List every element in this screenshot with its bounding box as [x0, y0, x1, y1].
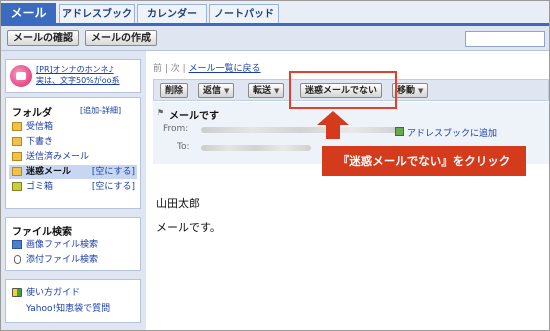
chevron-down-icon: ▼ — [224, 87, 230, 95]
tab-mail[interactable]: メール — [1, 3, 56, 23]
delete-button[interactable]: 削除 — [160, 83, 189, 98]
empty-trash-link[interactable]: [空にする] — [92, 180, 135, 194]
help-label: Yahoo!知恵袋で質問 — [26, 304, 111, 314]
folders-box: フォルダ [追加-詳細] 受信箱 下書き 送信済みメール 迷惑メール [空にする… — [5, 97, 141, 209]
folder-label: 送信済みメール — [26, 152, 90, 162]
from-label: From: — [163, 124, 189, 134]
message-nav: 前 | 次 | メール一覧に戻る — [153, 61, 261, 74]
promo-line-1: [PR]オンナのホンネ♪ — [36, 65, 114, 74]
folders-title: フォルダ — [12, 108, 52, 119]
help-box: 使い方ガイド Yahoo!知恵袋で質問 — [5, 279, 141, 323]
inbox-folder-icon — [12, 122, 22, 131]
sent-folder-icon — [12, 152, 22, 161]
chevron-down-icon: ▼ — [274, 87, 280, 95]
trash-icon — [12, 182, 22, 191]
empty-spam-link[interactable]: [空にする] — [92, 165, 135, 179]
tab-bar: メール アドレスブック カレンダー ノートパッド — [1, 1, 549, 26]
promo-mail-icon — [10, 65, 32, 87]
chiebukuro-link[interactable]: Yahoo!知恵袋で質問 — [9, 302, 137, 316]
image-icon — [12, 240, 22, 249]
folder-label: ゴミ箱 — [26, 182, 54, 192]
folder-drafts[interactable]: 下書き — [9, 135, 137, 149]
paperclip-icon — [14, 255, 21, 264]
help-label: 使い方ガイド — [26, 288, 81, 298]
webmail-window: メール アドレスブック カレンダー ノートパッド メールの確認 メールの作成 [… — [0, 0, 550, 331]
folder-label: 迷惑メール — [26, 167, 72, 177]
sidebar: [PR]オンナのホンネ♪ 実は、文字50%がoo系 フォルダ [追加-詳細] 受… — [1, 51, 146, 330]
flag-icon[interactable]: ⚑ — [157, 108, 164, 117]
body-line-message: メールです。 — [156, 221, 221, 234]
add-to-addressbook-link[interactable]: アドレスブックに追加 — [395, 126, 498, 139]
compose-mail-button[interactable]: メールの作成 — [85, 30, 157, 46]
forward-button[interactable]: 転送 ▼ — [248, 83, 285, 98]
from-address-redacted — [201, 127, 401, 133]
folder-label: 下書き — [26, 137, 54, 147]
image-file-search-link[interactable]: 画像ファイル検索 — [9, 238, 137, 252]
instruction-callout: 『迷惑メールでない』をクリック — [322, 146, 526, 176]
promo-link[interactable]: [PR]オンナのホンネ♪ 実は、文字50%がoo系 — [36, 64, 120, 86]
not-spam-highlight-box — [289, 71, 397, 109]
promo-box[interactable]: [PR]オンナのホンネ♪ 実は、文字50%がoo系 — [5, 59, 141, 93]
delete-label: 削除 — [165, 86, 184, 96]
to-label: To: — [177, 142, 190, 152]
folders-add-detail-link[interactable]: [追加-詳細] — [80, 105, 121, 116]
drafts-folder-icon — [12, 137, 22, 146]
file-search-title: ファイル検索 — [12, 227, 72, 238]
add-to-addressbook-label: アドレスブックに追加 — [407, 129, 498, 139]
move-button[interactable]: 移動 ▼ — [392, 83, 429, 98]
reply-label: 返信 — [203, 86, 222, 96]
tab-notepad[interactable]: ノートパッド — [209, 4, 279, 23]
top-toolbar: メールの確認 メールの作成 — [1, 26, 549, 51]
message-subject: メールです — [169, 111, 219, 122]
file-search-label: 添付ファイル検索 — [26, 255, 99, 265]
callout-arrow-stem — [326, 125, 340, 139]
back-to-list-link[interactable]: メール一覧に戻る — [189, 64, 261, 74]
reply-button[interactable]: 返信 ▼ — [198, 83, 235, 98]
move-label: 移動 — [397, 86, 416, 96]
file-search-label: 画像ファイル検索 — [26, 240, 99, 250]
folder-label: 受信箱 — [26, 122, 54, 132]
callout-arrow-icon — [317, 111, 349, 125]
folder-trash[interactable]: ゴミ箱 [空にする] — [9, 180, 137, 194]
tab-addressbook[interactable]: アドレスブック — [59, 4, 135, 23]
chevron-down-icon: ▼ — [418, 87, 424, 95]
prev-next-nav[interactable]: 前 | 次 | — [153, 64, 186, 74]
guide-link[interactable]: 使い方ガイド — [9, 286, 137, 300]
to-address-redacted — [201, 145, 311, 151]
folder-inbox[interactable]: 受信箱 — [9, 120, 137, 134]
spam-folder-icon — [12, 167, 22, 176]
file-search-box: ファイル検索 画像ファイル検索 添付ファイル検索 — [5, 217, 141, 271]
addressbook-icon — [395, 127, 404, 136]
check-mail-button[interactable]: メールの確認 — [7, 30, 79, 46]
body-line-name: 山田太郎 — [156, 197, 200, 210]
tab-calendar[interactable]: カレンダー — [137, 4, 207, 23]
forward-label: 転送 — [253, 86, 272, 96]
promo-line-2: 実は、文字50%がoo系 — [36, 76, 120, 85]
beginner-mark-icon — [12, 288, 22, 297]
folder-spam[interactable]: 迷惑メール [空にする] — [9, 165, 137, 179]
search-input[interactable] — [465, 31, 545, 47]
folder-sent[interactable]: 送信済みメール — [9, 150, 137, 164]
attachment-search-link[interactable]: 添付ファイル検索 — [9, 253, 137, 267]
